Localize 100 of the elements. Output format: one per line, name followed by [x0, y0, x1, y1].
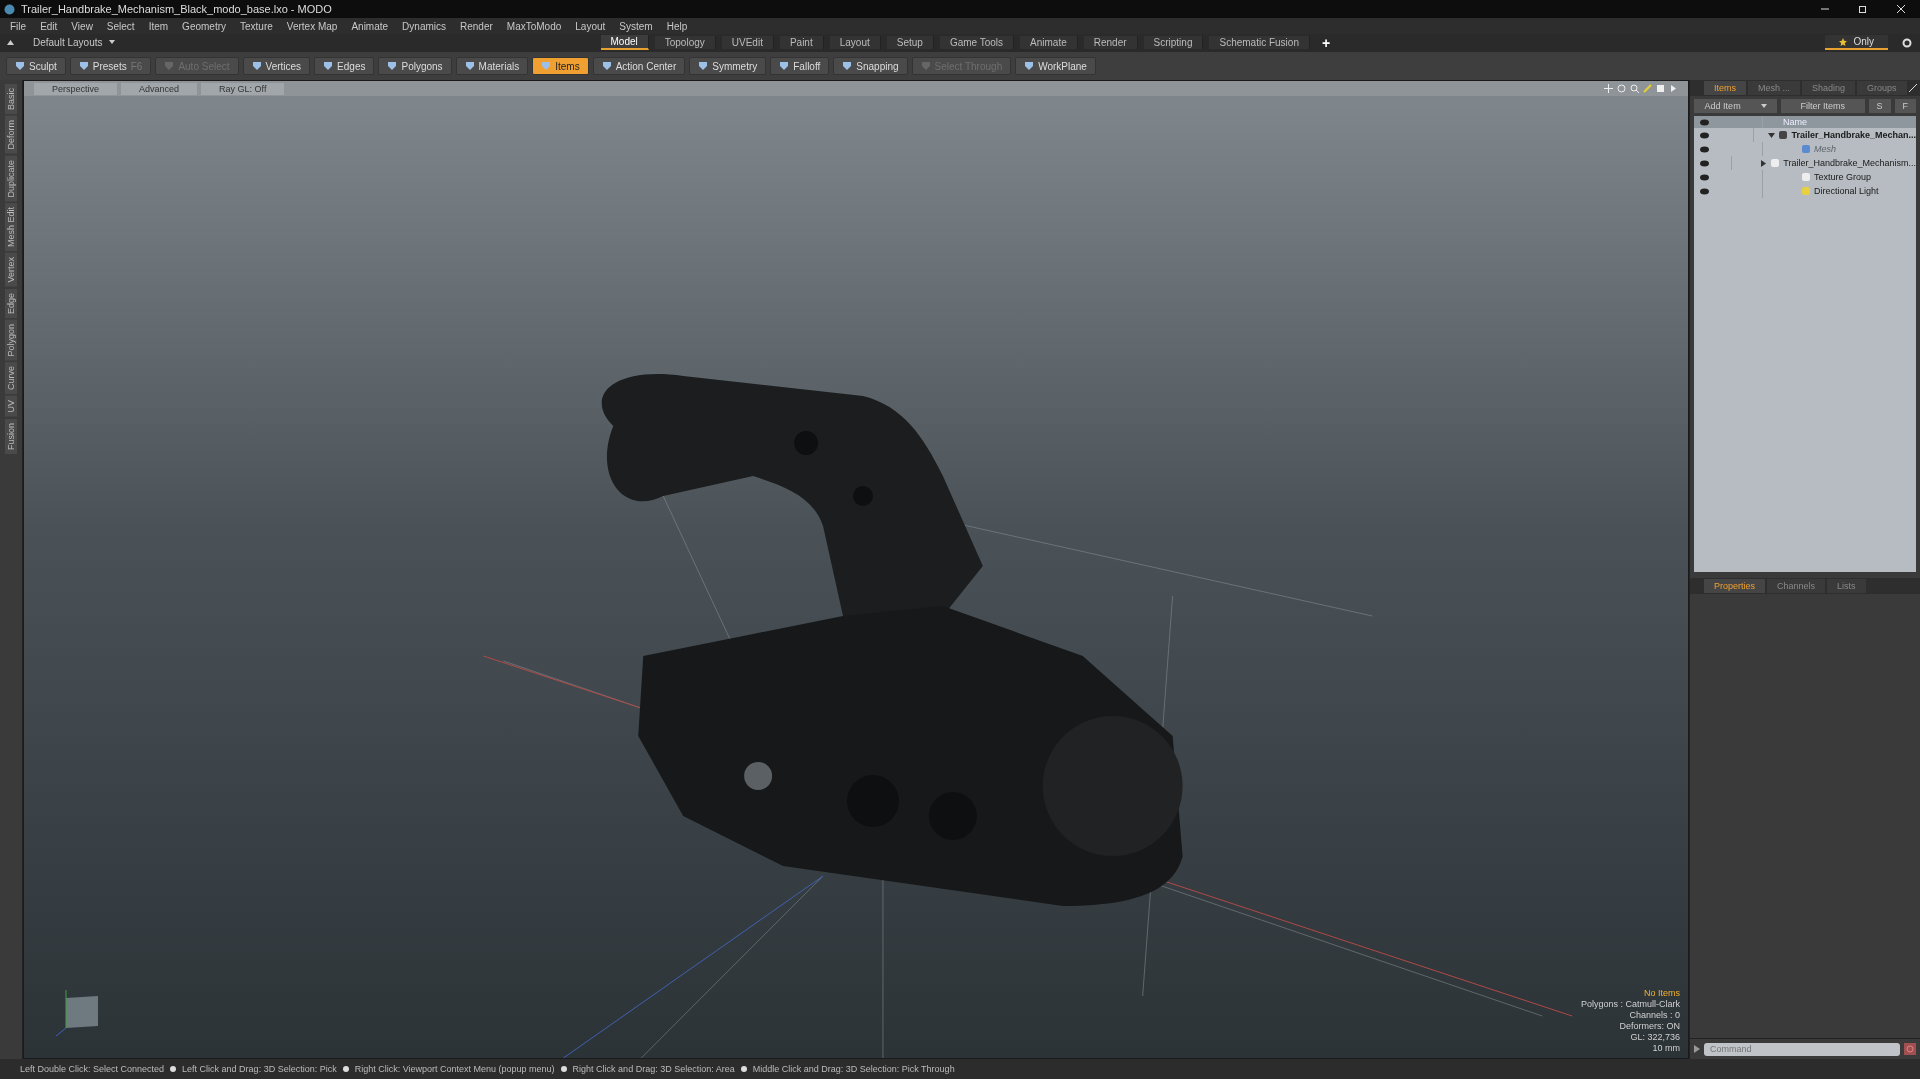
shield-icon: [698, 61, 709, 71]
tool-button[interactable]: Action Center: [592, 57, 686, 75]
expand-icon[interactable]: [1908, 84, 1917, 92]
side-tab[interactable]: UV: [5, 396, 17, 417]
menu-item[interactable]: Edit: [40, 20, 58, 32]
layout-tab[interactable]: Scripting: [1143, 36, 1204, 49]
menu-item[interactable]: Render: [460, 20, 493, 32]
shield-icon: [601, 61, 612, 71]
side-tab[interactable]: Mesh Edit: [5, 203, 17, 252]
menu-item[interactable]: Help: [666, 20, 688, 32]
group-icon: [1801, 172, 1811, 182]
menu-item[interactable]: Item: [148, 20, 169, 32]
status-hint: Right Click: Viewport Context Menu (popup menu): [354, 1064, 555, 1074]
tool-button[interactable]: Items: [532, 57, 589, 75]
star-icon: [1839, 37, 1848, 46]
tool-button[interactable]: Sculpt: [6, 57, 66, 75]
menu-item[interactable]: Vertex Map: [286, 20, 338, 32]
bullet-icon: [170, 1066, 177, 1072]
viewport-info-text: Channels : 0: [1629, 1010, 1680, 1021]
close-icon[interactable]: [1896, 4, 1906, 14]
tool-button[interactable]: Polygons: [378, 57, 452, 75]
expanded-arrow-icon[interactable]: [1768, 131, 1776, 139]
tool-button[interactable]: Materials: [455, 57, 529, 75]
bullet-icon: [740, 1066, 747, 1072]
shield-icon: [251, 61, 262, 71]
menu-item[interactable]: Geometry: [182, 20, 226, 32]
menu-item[interactable]: MaxToModo: [506, 20, 562, 32]
command-field[interactable]: Command: [1704, 1042, 1900, 1056]
layout-tab[interactable]: Topology: [654, 36, 716, 49]
layout-tab[interactable]: UVEdit: [721, 36, 774, 49]
menu-item[interactable]: Layout: [575, 20, 606, 32]
add-tab-button[interactable]: +: [1315, 34, 1337, 51]
menu-item[interactable]: File: [10, 20, 27, 32]
layout-tab[interactable]: Schematic Fusion: [1209, 36, 1310, 49]
tool-button[interactable]: Snapping: [833, 57, 908, 75]
panel-tab[interactable]: Items: [1704, 81, 1746, 95]
shield-icon: [387, 61, 398, 71]
layout-icon[interactable]: [6, 38, 15, 47]
light-icon: [1801, 186, 1811, 196]
layout-tab[interactable]: Setup: [886, 36, 934, 49]
side-tab[interactable]: Edge: [5, 288, 17, 318]
side-tab[interactable]: Basic: [5, 84, 17, 114]
item-label[interactable]: Trailer_Handbrake_Mechanism...: [1783, 158, 1916, 168]
item-label[interactable]: Directional Light: [1814, 186, 1879, 196]
shield-icon: [842, 61, 853, 71]
tool-button[interactable]: Edges: [314, 57, 375, 75]
item-label[interactable]: Texture Group: [1814, 172, 1872, 182]
layout-tab[interactable]: Render: [1083, 36, 1138, 49]
menu-item[interactable]: System: [619, 20, 653, 32]
tool-button[interactable]: Falloff: [770, 57, 830, 75]
item-label[interactable]: Trailer_Handbrake_Mechan...: [1791, 130, 1916, 140]
toggle-button[interactable]: F: [1894, 99, 1916, 113]
side-tab[interactable]: Vertex: [5, 253, 17, 287]
menu-item[interactable]: Animate: [351, 20, 389, 32]
menu-item[interactable]: Texture: [240, 20, 273, 32]
shield-icon: [78, 61, 89, 71]
menu-item[interactable]: View: [71, 20, 93, 32]
side-tab[interactable]: Curve: [5, 362, 17, 395]
side-tab[interactable]: Fusion: [5, 418, 17, 454]
filter-items-button[interactable]: Filter Items: [1781, 99, 1865, 113]
viewport-info-text: No Items: [1644, 988, 1680, 999]
viewport-option[interactable]: Perspective: [34, 82, 118, 95]
viewport-option[interactable]: Ray GL: Off: [201, 82, 285, 95]
viewport-option[interactable]: Advanced: [121, 82, 198, 95]
tool-button[interactable]: Symmetry: [689, 57, 767, 75]
settings-icon[interactable]: [1902, 37, 1912, 48]
layout-tab[interactable]: Game Tools: [939, 36, 1015, 49]
mesh-icon: [1801, 144, 1811, 154]
prompt-arrow-icon: [1694, 1045, 1700, 1053]
move-icon[interactable]: [1604, 84, 1613, 93]
status-hint: Left Click and Drag: 3D Selection: Pick: [182, 1064, 337, 1074]
tool-button[interactable]: WorkPlane: [1015, 57, 1096, 75]
restore-icon[interactable]: [1858, 4, 1868, 14]
app-logo-icon: [4, 3, 15, 15]
side-tab[interactable]: Polygon: [5, 319, 17, 361]
viewport-info-text: Polygons : Catmull-Clark: [1580, 999, 1680, 1010]
layouts-menu[interactable]: Default Layouts: [33, 37, 103, 48]
layout-tab[interactable]: Model: [600, 35, 649, 50]
tool-button[interactable]: Vertices: [242, 57, 311, 75]
panel-tab[interactable]: Properties: [1704, 579, 1766, 593]
menu-item[interactable]: Select: [106, 20, 135, 32]
status-hint: Left Double Click: Select Connected: [20, 1064, 165, 1074]
play-icon[interactable]: [1669, 84, 1678, 93]
layout-tab[interactable]: Paint: [779, 36, 824, 49]
toggle-button[interactable]: S: [1868, 99, 1891, 113]
only-button[interactable]: Only: [1825, 35, 1888, 50]
collapsed-arrow-icon[interactable]: [1760, 159, 1768, 167]
square-icon[interactable]: [1656, 84, 1665, 93]
side-tab[interactable]: Deform: [5, 116, 17, 154]
viewport-info-text: GL: 322,736: [1630, 1032, 1680, 1043]
layout-tab[interactable]: Animate: [1020, 36, 1078, 49]
menu-item[interactable]: Dynamics: [402, 20, 446, 32]
search-icon[interactable]: [1630, 84, 1639, 93]
shield-icon: [779, 61, 790, 71]
side-tab[interactable]: Duplicate: [5, 155, 17, 202]
viewport-info-text: 10 mm: [1652, 1043, 1680, 1054]
shield-icon: [541, 61, 552, 71]
layout-tab[interactable]: Layout: [829, 36, 881, 49]
shield-icon: [15, 61, 25, 71]
add-item-button[interactable]: Add Item: [1694, 99, 1778, 113]
